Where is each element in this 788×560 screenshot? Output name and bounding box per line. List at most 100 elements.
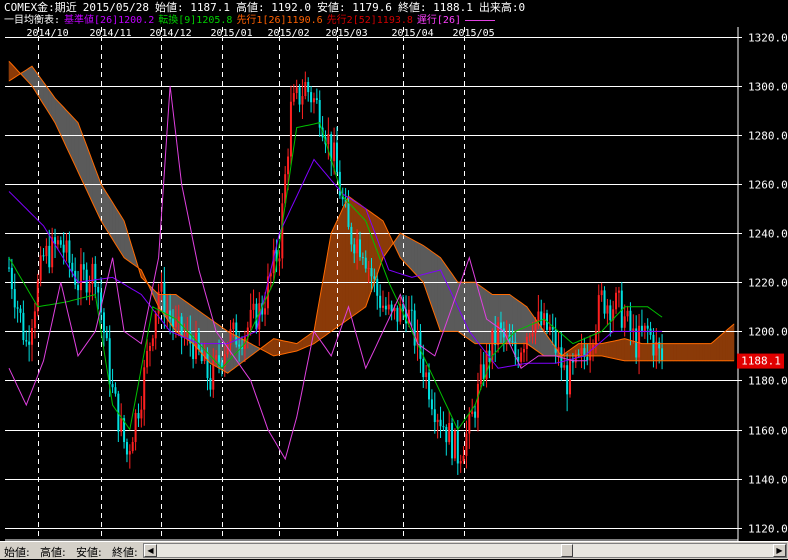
candle-body — [617, 290, 620, 293]
horizontal-scrollbar[interactable]: ◀ ▶ — [143, 543, 787, 558]
cloud-segment — [284, 340, 289, 354]
y-tick-label: 1240.0 — [748, 228, 788, 241]
x-tick-label: 2014/10 — [27, 28, 69, 39]
x-tick-label: 2015/04 — [392, 28, 434, 39]
candle-body — [232, 322, 235, 330]
candle-body — [45, 245, 48, 257]
candle-body — [603, 290, 606, 314]
candle-body — [436, 419, 439, 423]
candle-body — [42, 255, 45, 257]
cloud-segment — [641, 343, 646, 362]
candle-body — [361, 257, 364, 259]
candle-body — [465, 433, 468, 456]
cloud-segment — [408, 237, 413, 271]
candle-body — [439, 419, 442, 427]
cloud-segment — [282, 340, 286, 355]
cloud-segment — [273, 338, 277, 357]
cloud-segment — [667, 343, 672, 362]
close-value: 終値: 1188.1 — [397, 1, 473, 14]
cloud-segment — [77, 122, 82, 179]
candle-body — [59, 240, 62, 245]
candle-body — [79, 264, 82, 291]
cloud-segment — [710, 340, 715, 362]
candle-body — [580, 348, 583, 354]
cloud-segment — [684, 343, 689, 362]
candle-body — [295, 87, 298, 94]
last-price-tag: 1188.1 — [737, 353, 784, 369]
candle-body — [25, 340, 28, 342]
cloud-segment — [693, 343, 697, 362]
candle-body — [422, 358, 425, 378]
cloud-segment — [679, 343, 683, 362]
candle-body — [33, 311, 36, 329]
y-tick-label: 1180.0 — [748, 375, 788, 388]
last-price-tag-value: 1188.1 — [741, 355, 781, 368]
candle-body — [180, 316, 183, 338]
cloud-segment — [290, 342, 295, 353]
candle-body — [384, 305, 387, 310]
candle-body — [410, 309, 413, 311]
scroll-left-button[interactable]: ◀ — [144, 544, 157, 557]
cloud-segment — [644, 343, 648, 362]
candle-body — [174, 321, 177, 328]
legend-chikou-swatch — [465, 19, 495, 21]
cloud-segment — [704, 343, 709, 362]
candle-body — [335, 142, 338, 172]
y-axis-ticks: 1320.0 1300.0 1280.0 1260.0 1240.0 1220.0 1200… — [738, 32, 788, 536]
cloud-segment — [414, 240, 418, 277]
candle-body — [218, 355, 221, 363]
candle-body — [192, 343, 195, 360]
cloud-segment — [670, 343, 674, 362]
cloud-segment — [716, 335, 720, 362]
candle-body — [131, 442, 134, 452]
status-close-label: 終値: — [112, 546, 138, 559]
cloud-segment — [730, 323, 735, 362]
cloud-segment — [676, 343, 680, 362]
candle-body — [494, 330, 497, 346]
cloud-segment — [624, 338, 628, 362]
cloud-segment — [66, 109, 70, 154]
cloud-segment — [333, 220, 338, 330]
candle-body — [442, 426, 445, 428]
candle-body — [525, 336, 528, 349]
candle-body — [120, 418, 123, 432]
candle-body — [292, 93, 295, 102]
candle-body — [166, 310, 169, 317]
candle-body — [146, 350, 149, 368]
cloud-segment — [399, 232, 404, 262]
cloud-segment — [471, 281, 476, 345]
candle-body — [638, 325, 641, 358]
legend-title: 一目均衡表: — [4, 15, 61, 26]
candle-body — [548, 326, 551, 330]
y-tick-label: 1320.0 — [748, 32, 788, 45]
cloud-segment — [647, 343, 651, 362]
candle-body — [471, 411, 474, 415]
candle-body — [600, 290, 603, 296]
candle-body — [143, 367, 146, 410]
scroll-thumb[interactable] — [561, 544, 573, 557]
status-high-label: 高値: — [40, 546, 66, 559]
candle-body — [569, 359, 572, 395]
cloud-segment — [437, 255, 441, 332]
cloud-segment — [520, 302, 525, 344]
candle-body — [91, 263, 94, 284]
candle-body — [88, 283, 91, 293]
candle-body — [134, 413, 137, 443]
candle-body — [367, 268, 370, 270]
x-tick-label: 2014/11 — [90, 28, 132, 39]
cloud-segment — [618, 338, 623, 361]
candle-body — [540, 311, 543, 326]
candle-body — [10, 267, 13, 290]
cloud-segment — [517, 300, 522, 344]
cloud-segment — [411, 238, 415, 274]
ichimoku-chart[interactable]: 2014/10 2014/11 2014/12 2015/01 2015/02 2015/… — [0, 0, 788, 541]
candle-body — [528, 336, 531, 338]
scroll-right-button[interactable]: ▶ — [773, 544, 786, 557]
cloud-segment — [696, 343, 700, 362]
candle-body — [278, 258, 281, 262]
candle-body — [456, 430, 459, 464]
candle-body — [169, 310, 172, 319]
cloud-segment — [440, 256, 444, 332]
candle-body — [65, 240, 68, 253]
x-tick-label: 2015/03 — [326, 28, 368, 39]
